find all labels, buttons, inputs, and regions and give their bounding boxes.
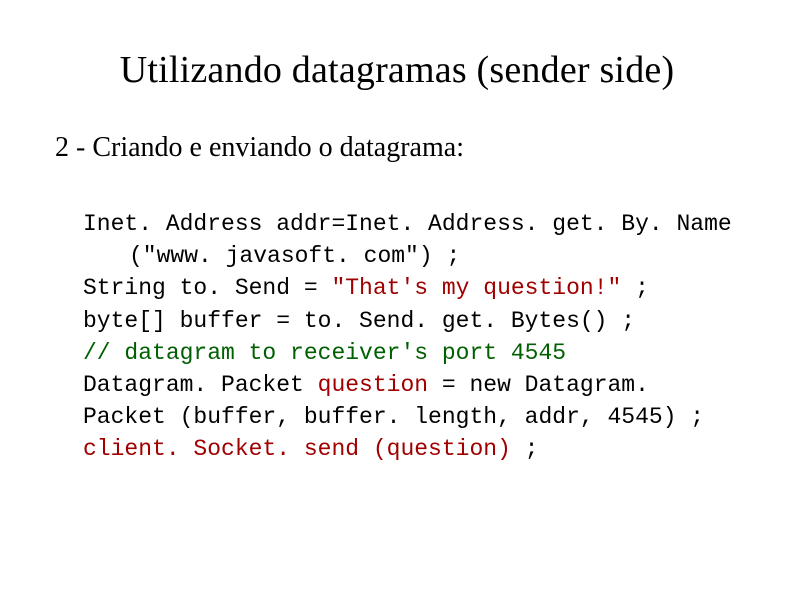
- slide-subtitle: 2 - Criando e enviando o datagrama:: [55, 132, 739, 164]
- slide: Utilizando datagramas (sender side) 2 - …: [0, 0, 794, 595]
- code-text: ;: [511, 436, 539, 462]
- code-comment: // datagram to receiver's port 4545: [83, 340, 566, 366]
- code-text: ;: [621, 275, 649, 301]
- code-text: String to. Send =: [83, 275, 331, 301]
- code-block: Inet. Address addr=Inet. Address. get. B…: [83, 208, 739, 466]
- code-line-4: byte[] buffer = to. Send. get. Bytes() ;: [83, 305, 739, 337]
- slide-title: Utilizando datagramas (sender side): [55, 48, 739, 92]
- code-line-2: ("www. javasoft. com") ;: [83, 240, 739, 272]
- code-identifier: question: [318, 372, 428, 398]
- code-line-3: String to. Send = "That's my question!" …: [83, 272, 739, 304]
- code-line-6: Datagram. Packet question = new Datagram…: [83, 369, 739, 433]
- code-line-7: client. Socket. send (question) ;: [83, 433, 739, 465]
- code-call: client. Socket. send (question): [83, 436, 511, 462]
- code-string-literal: "That's my question!": [331, 275, 621, 301]
- code-line-1: Inet. Address addr=Inet. Address. get. B…: [83, 208, 739, 240]
- code-line-5: // datagram to receiver's port 4545: [83, 337, 739, 369]
- code-text: Datagram. Packet: [83, 372, 318, 398]
